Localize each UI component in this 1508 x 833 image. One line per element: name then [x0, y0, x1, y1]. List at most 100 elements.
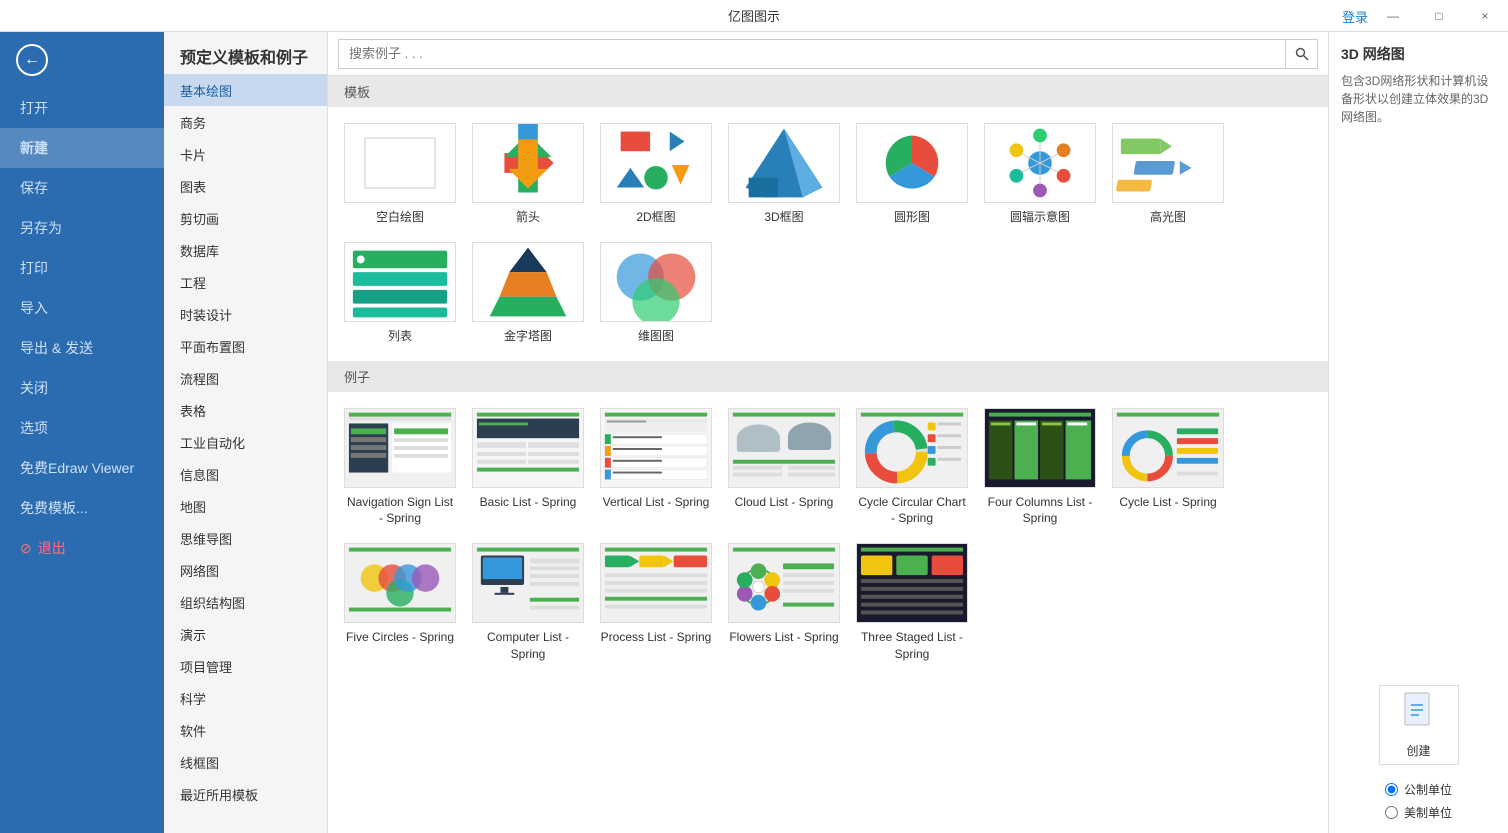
maximize-button[interactable]: □: [1416, 0, 1462, 32]
example-cycle-circular[interactable]: Cycle Circular Chart - Spring: [856, 408, 968, 528]
category-presentation[interactable]: 演示: [164, 618, 327, 650]
category-chart[interactable]: 图表: [164, 170, 327, 202]
sidebar-item-close[interactable]: 关闭: [0, 368, 164, 408]
example-computer-list[interactable]: Computer List - Spring: [472, 543, 584, 663]
category-recent[interactable]: 最近所用模板: [164, 778, 327, 810]
template-arrow[interactable]: 箭头: [472, 123, 584, 226]
template-radial[interactable]: 圆辐示意图: [984, 123, 1096, 226]
back-button[interactable]: ←: [0, 32, 164, 88]
minimize-button[interactable]: —: [1370, 0, 1416, 32]
template-highlight[interactable]: 高光图: [1112, 123, 1224, 226]
template-list[interactable]: 列表: [344, 242, 456, 345]
example-process-list-thumb: [600, 543, 712, 623]
metric-unit-label: 公制单位: [1404, 781, 1452, 798]
category-card[interactable]: 卡片: [164, 138, 327, 170]
template-pyramid[interactable]: 金字塔图: [472, 242, 584, 345]
template-circle-thumb: [856, 123, 968, 203]
sidebar-item-free-templates[interactable]: 免费模板...: [0, 488, 164, 528]
category-software[interactable]: 软件: [164, 714, 327, 746]
category-org[interactable]: 组织结构图: [164, 586, 327, 618]
examples-section-header: 例子: [328, 361, 1328, 392]
category-infographic[interactable]: 信息图: [164, 458, 327, 490]
options-label: 选项: [20, 418, 48, 438]
category-engineering[interactable]: 工程: [164, 266, 327, 298]
search-input[interactable]: [338, 39, 1286, 69]
sidebar-item-saveas[interactable]: 另存为: [0, 208, 164, 248]
template-venn[interactable]: 维图图: [600, 242, 712, 345]
sidebar-item-viewer[interactable]: 免费Edraw Viewer: [0, 448, 164, 488]
category-mindmap[interactable]: 思维导图: [164, 522, 327, 554]
template-venn-label: 维图图: [638, 328, 674, 345]
imperial-unit-option[interactable]: 美制单位: [1385, 804, 1452, 821]
template-blank[interactable]: 空白绘图: [344, 123, 456, 226]
example-process-list[interactable]: Process List - Spring: [600, 543, 712, 663]
import-label: 导入: [20, 298, 48, 318]
example-flowers-list[interactable]: Flowers List - Spring: [728, 543, 840, 663]
category-fashion[interactable]: 时装设计: [164, 298, 327, 330]
sidebar-item-print[interactable]: 打印: [0, 248, 164, 288]
sidebar-item-import[interactable]: 导入: [0, 288, 164, 328]
template-3dframe-label: 3D框图: [764, 209, 803, 226]
example-flowers-list-label: Flowers List - Spring: [729, 629, 838, 646]
category-basic[interactable]: 基本绘图: [164, 74, 327, 106]
sidebar-item-save[interactable]: 保存: [0, 168, 164, 208]
example-cycle-list[interactable]: Cycle List - Spring: [1112, 408, 1224, 528]
example-cycle-circular-thumb: [856, 408, 968, 488]
create-button-area: 创建 公制单位 美制单位: [1341, 685, 1496, 821]
examples-grid: Navigation Sign List - Spring: [328, 392, 1328, 679]
example-cloud-list-thumb: [728, 408, 840, 488]
example-flowers-list-thumb: [728, 543, 840, 623]
example-basic-list-thumb: [472, 408, 584, 488]
category-floorplan[interactable]: 平面布置图: [164, 330, 327, 362]
example-vertical-list-thumb: [600, 408, 712, 488]
category-wireframe[interactable]: 线框图: [164, 746, 327, 778]
category-business[interactable]: 商务: [164, 106, 327, 138]
template-blank-label: 空白绘图: [376, 209, 424, 226]
template-3dframe[interactable]: 3D框图: [728, 123, 840, 226]
category-map[interactable]: 地图: [164, 490, 327, 522]
create-button[interactable]: 创建: [1379, 685, 1459, 765]
category-flowchart[interactable]: 流程图: [164, 362, 327, 394]
export-label: 导出 & 发送: [20, 338, 93, 358]
templates-scroll[interactable]: 模板 空白绘图: [328, 76, 1328, 833]
search-button[interactable]: [1286, 39, 1318, 69]
sidebar-item-new[interactable]: 新建: [0, 128, 164, 168]
example-four-columns[interactable]: Four Columns List - Spring: [984, 408, 1096, 528]
example-basic-list-label: Basic List - Spring: [480, 494, 577, 511]
template-circle[interactable]: 圆形图: [856, 123, 968, 226]
metric-unit-radio[interactable]: [1385, 783, 1398, 796]
template-2dframe[interactable]: 2D框图: [600, 123, 712, 226]
sidebar-item-open[interactable]: 打开: [0, 88, 164, 128]
free-templates-label: 免费模板...: [20, 498, 88, 518]
example-vertical-list[interactable]: Vertical List - Spring: [600, 408, 712, 528]
close-button[interactable]: ×: [1462, 0, 1508, 32]
example-three-staged[interactable]: Three Staged List - Spring: [856, 543, 968, 663]
template-2dframe-label: 2D框图: [636, 209, 675, 226]
metric-unit-option[interactable]: 公制单位: [1385, 781, 1452, 798]
example-four-columns-thumb: [984, 408, 1096, 488]
open-label: 打开: [20, 98, 48, 118]
category-table[interactable]: 表格: [164, 394, 327, 426]
category-industrial[interactable]: 工业自动化: [164, 426, 327, 458]
category-clipart[interactable]: 剪切画: [164, 202, 327, 234]
close-label: 关闭: [20, 378, 48, 398]
example-cloud-list-label: Cloud List - Spring: [735, 494, 834, 511]
example-nav-sign-list[interactable]: Navigation Sign List - Spring: [344, 408, 456, 528]
sidebar-item-export[interactable]: 导出 & 发送: [0, 328, 164, 368]
category-science[interactable]: 科学: [164, 682, 327, 714]
category-pm[interactable]: 项目管理: [164, 650, 327, 682]
category-network[interactable]: 网络图: [164, 554, 327, 586]
example-basic-list[interactable]: Basic List - Spring: [472, 408, 584, 528]
create-icon: [1401, 691, 1437, 738]
template-list-thumb: [344, 242, 456, 322]
template-arrow-thumb: [472, 123, 584, 203]
sidebar-item-options[interactable]: 选项: [0, 408, 164, 448]
example-cloud-list[interactable]: Cloud List - Spring: [728, 408, 840, 528]
example-cycle-list-label: Cycle List - Spring: [1119, 494, 1216, 511]
example-five-circles[interactable]: Five Circles - Spring: [344, 543, 456, 663]
login-button[interactable]: 登录: [1342, 0, 1368, 32]
imperial-unit-radio[interactable]: [1385, 806, 1398, 819]
sidebar-item-exit[interactable]: ⊘ 退出: [0, 528, 164, 568]
category-database[interactable]: 数据库: [164, 234, 327, 266]
template-radial-label: 圆辐示意图: [1010, 209, 1070, 226]
